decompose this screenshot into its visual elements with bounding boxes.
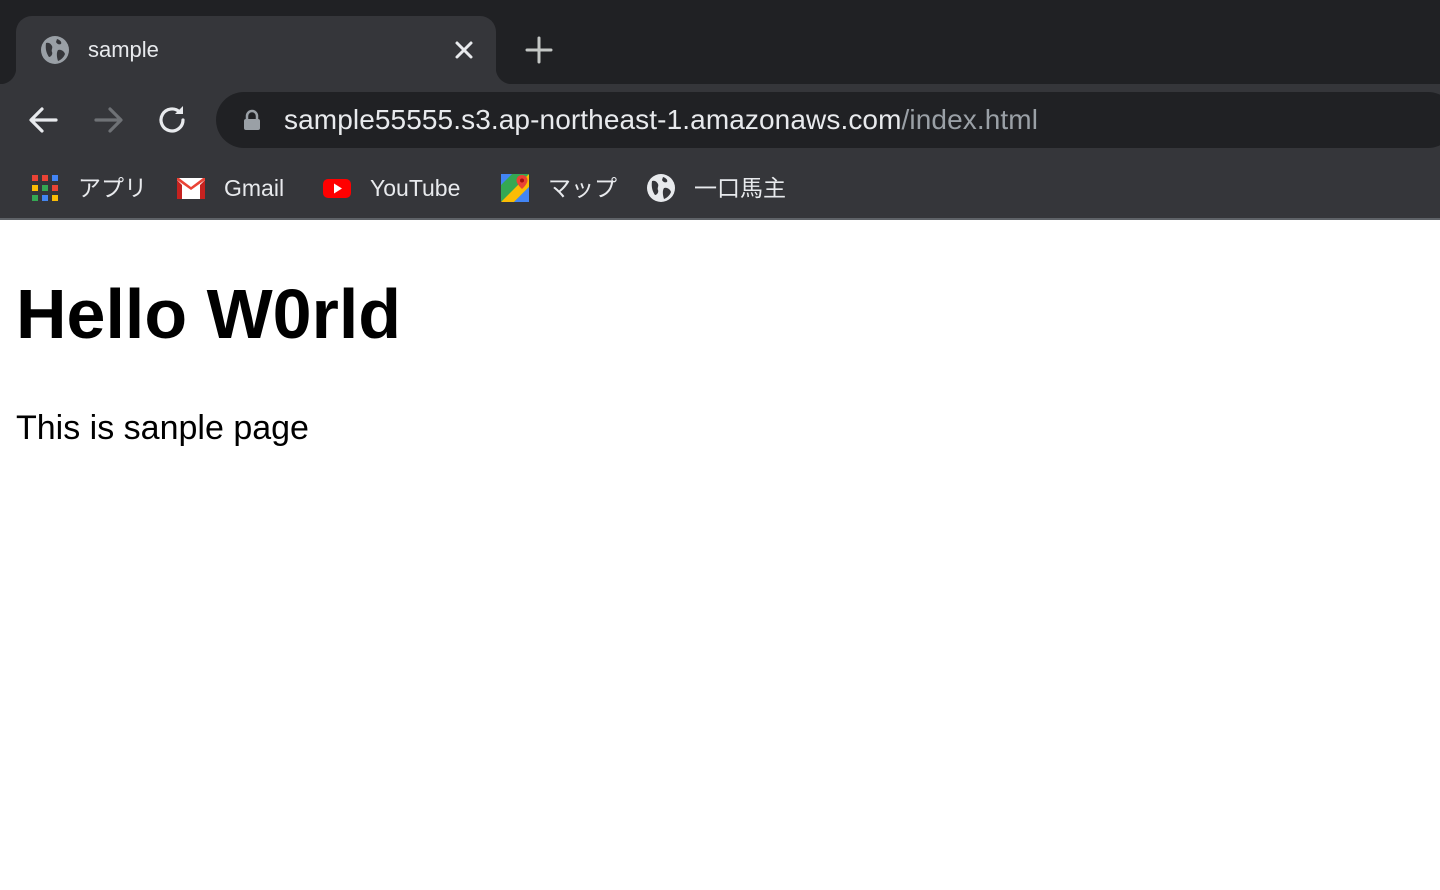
bookmark-maps[interactable]: マップ: [500, 172, 617, 204]
bookmark-apps[interactable]: アプリ: [30, 172, 147, 204]
globe-icon: [41, 36, 69, 64]
tab-strip: sample: [0, 0, 1440, 84]
page-content: Hello W0rld This is sanple page: [0, 222, 1440, 890]
new-tab-plus-icon[interactable]: [522, 33, 556, 67]
bookmark-label: 一口馬主: [694, 175, 786, 201]
forward-arrow-icon[interactable]: [88, 100, 128, 140]
reload-icon[interactable]: [152, 100, 192, 140]
bookmark-label: アプリ: [78, 175, 147, 201]
bookmark-gmail[interactable]: Gmail: [176, 172, 284, 204]
url-host: sample55555.s3.ap-northeast-1.amazonaws.…: [284, 104, 902, 135]
browser-toolbar: sample55555.s3.ap-northeast-1.amazonaws.…: [0, 84, 1440, 156]
url-path: /index.html: [901, 104, 1039, 135]
page-heading: Hello W0rld: [16, 275, 402, 353]
bookmark-label: Gmail: [224, 175, 285, 201]
close-icon[interactable]: [450, 36, 478, 64]
bookmark-hitokuchi-banushi[interactable]: 一口馬主: [646, 172, 786, 204]
bookmarks-bar: アプリ Gmail YouTube マップ 一口馬主: [0, 156, 1440, 220]
url-text[interactable]: sample55555.s3.ap-northeast-1.amazonaws.…: [284, 104, 1038, 136]
bookmark-label: YouTube: [370, 175, 461, 201]
tab-sample[interactable]: sample: [0, 16, 512, 84]
maps-icon: [501, 174, 529, 202]
apps-grid-icon: [32, 175, 58, 201]
tab-title: sample: [88, 37, 159, 62]
gmail-icon: [177, 178, 205, 199]
lock-icon[interactable]: [242, 109, 262, 131]
bookmark-youtube[interactable]: YouTube: [322, 172, 460, 204]
youtube-icon: [323, 179, 351, 198]
bookmark-label: マップ: [548, 175, 617, 201]
page-paragraph: This is sanple page: [16, 409, 309, 447]
globe-icon: [647, 174, 675, 202]
address-bar[interactable]: sample55555.s3.ap-northeast-1.amazonaws.…: [216, 92, 1440, 148]
back-arrow-icon[interactable]: [24, 100, 64, 140]
